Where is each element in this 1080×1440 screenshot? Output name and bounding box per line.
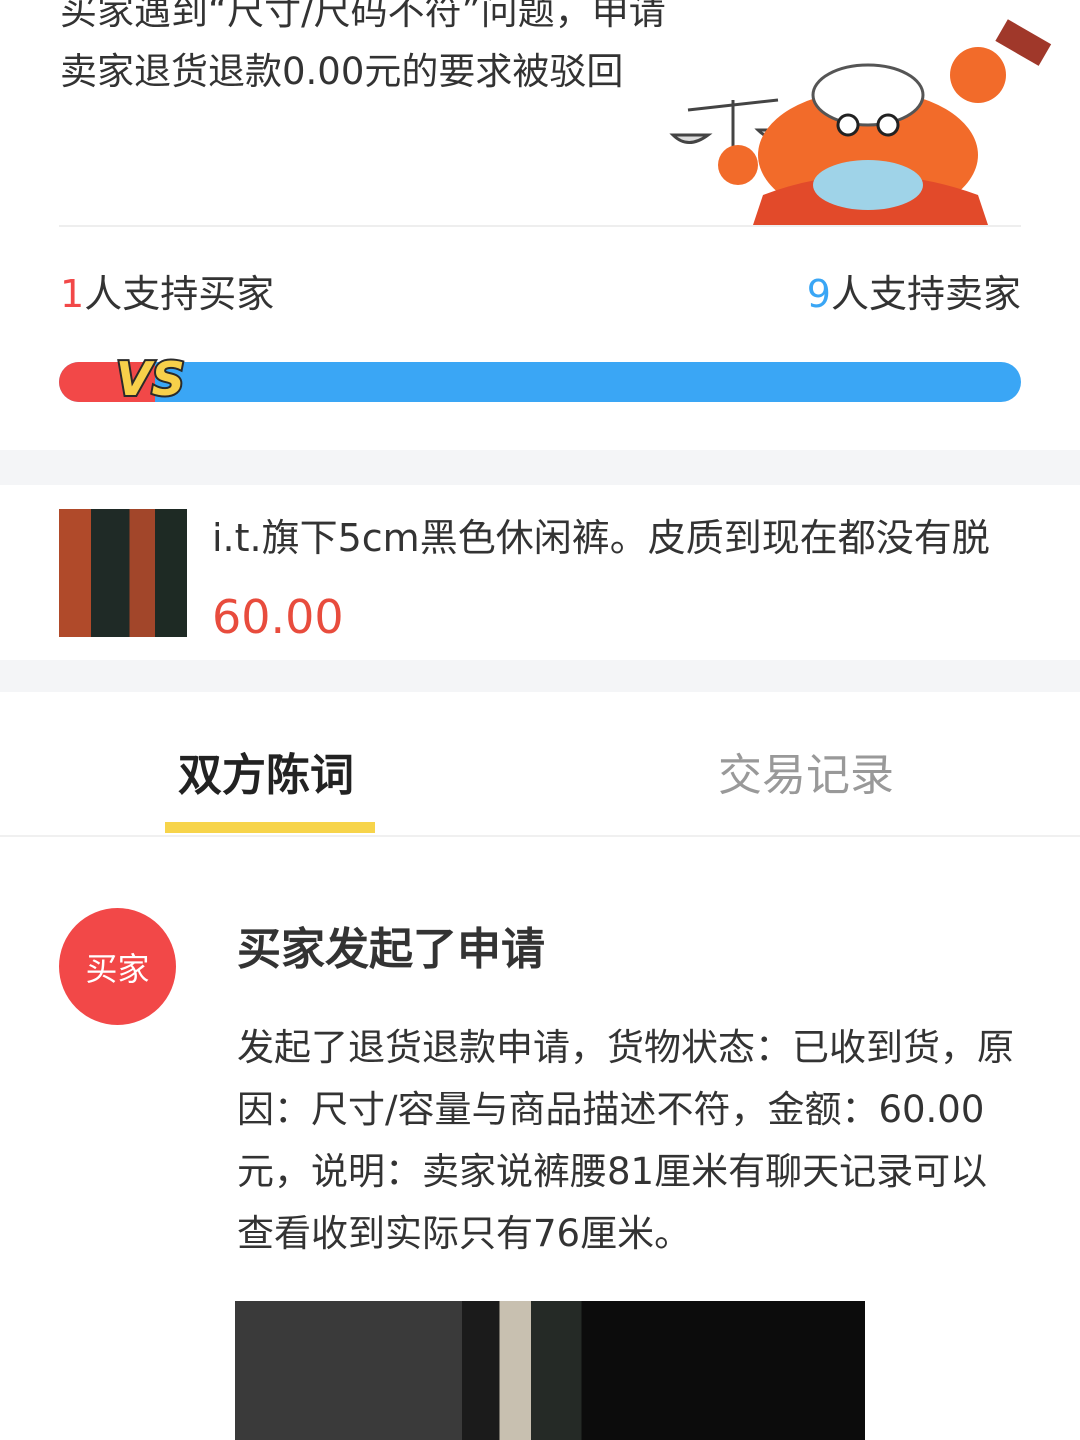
buyer-support: 1人支持买家	[60, 268, 274, 320]
tab-statements[interactable]: 双方陈词	[178, 748, 354, 804]
buyer-avatar: 买家	[59, 908, 176, 1025]
evidence-photo[interactable]	[235, 1301, 865, 1440]
event-title: 买家发起了申请	[237, 924, 545, 975]
product-title[interactable]: i.t.旗下5cm黑色休闲裤。皮质到现在都没有脱	[212, 512, 1022, 564]
judge-crab-illustration	[669, 19, 1052, 225]
divider	[0, 835, 1080, 837]
seller-label: 人支持卖家	[830, 272, 1021, 316]
vote-progress-bar	[59, 362, 1021, 402]
tab-transaction-records[interactable]: 交易记录	[718, 748, 894, 804]
section-gap	[0, 660, 1080, 692]
section-gap	[0, 450, 1080, 485]
verdict-text: 买家遇到“尺寸/尺码不符”问题，申请卖家退货退款0.00元的要求被驳回	[60, 0, 666, 93]
product-thumbnail[interactable]	[59, 509, 187, 637]
buyer-count: 1	[60, 272, 85, 316]
buyer-label: 人支持买家	[84, 272, 275, 316]
vs-badge: VS	[114, 350, 187, 408]
seller-count: 9	[806, 272, 831, 316]
active-tab-indicator	[165, 822, 375, 833]
divider	[59, 225, 1021, 227]
seller-support: 9人支持卖家	[807, 268, 1021, 320]
product-price: 60.00	[212, 590, 344, 644]
event-body: 发起了退货退款申请，货物状态：已收到货，原因：尺寸/容量与商品描述不符，金额：6…	[237, 1026, 1014, 1255]
